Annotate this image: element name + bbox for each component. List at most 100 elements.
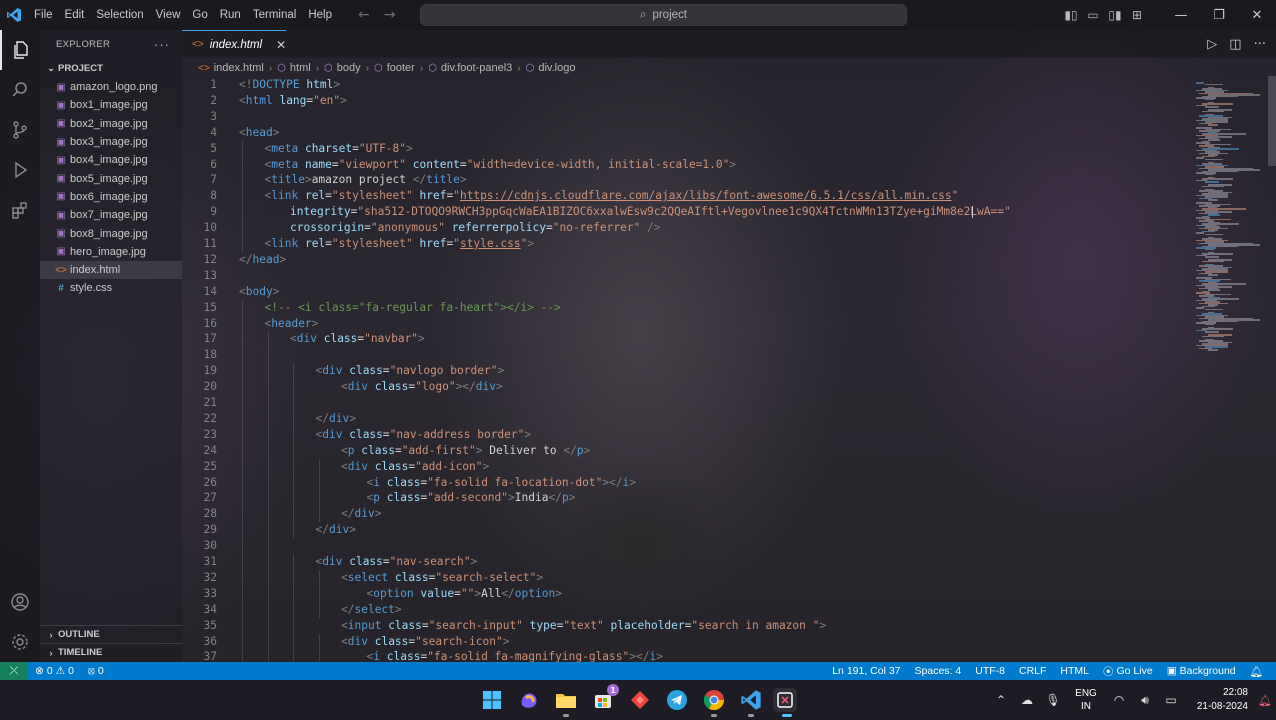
copilot-icon[interactable]	[517, 688, 541, 712]
code-line[interactable]: 15 <!-- <i class="fa-regular fa-heart"></…	[182, 300, 1192, 316]
ms-store-icon[interactable]: 1	[591, 684, 619, 712]
project-folder-header[interactable]: ⌄ PROJECT	[40, 58, 182, 78]
menu-run[interactable]: Run	[214, 0, 247, 30]
breadcrumb-item[interactable]: ⬡ div.foot-panel3	[428, 62, 512, 74]
background-button[interactable]: ▣ Background	[1160, 665, 1243, 677]
menu-file[interactable]: File	[28, 0, 59, 30]
anydesk-icon[interactable]	[628, 688, 652, 712]
code-line[interactable]: 9 integrity="sha512-DTOQO9RWCH3ppGqcWaEA1…	[182, 204, 1192, 220]
code-line[interactable]: 35 <input class="search-input" type="text…	[182, 618, 1192, 634]
indentation[interactable]: Spaces: 4	[908, 665, 969, 677]
file-item[interactable]: ▣ amazon_logo.png	[40, 78, 182, 96]
settings-gear-icon[interactable]	[0, 622, 40, 662]
end-of-line[interactable]: CRLF	[1012, 665, 1053, 677]
vscode-taskbar-icon[interactable]	[739, 688, 763, 712]
code-line[interactable]: 25 <div class="add-icon">	[182, 459, 1192, 475]
code-line[interactable]: 36 <div class="search-icon">	[182, 634, 1192, 650]
notifications-bell-icon[interactable]: 🔔︎	[1243, 665, 1270, 678]
code-line[interactable]: 33 <option value="">All</option>	[182, 586, 1192, 602]
file-item[interactable]: ▣ box3_image.jpg	[40, 133, 182, 151]
clock[interactable]: 22:08 21-08-2024	[1184, 686, 1254, 714]
microphone-icon[interactable]: 🎙︎	[1040, 693, 1066, 707]
code-line[interactable]: 31 <div class="nav-search">	[182, 554, 1192, 570]
close-window-icon[interactable]: ✕	[1238, 0, 1276, 30]
code-line[interactable]: 3	[182, 109, 1192, 125]
timeline-section[interactable]: › TIMELINE	[40, 643, 182, 661]
menu-go[interactable]: Go	[186, 0, 213, 30]
file-item[interactable]: ▣ box5_image.jpg	[40, 169, 182, 187]
code-line[interactable]: 30	[182, 538, 1192, 554]
telegram-icon[interactable]	[665, 688, 689, 712]
command-center-search[interactable]: ⌕ project	[420, 4, 907, 26]
breadcrumb-item[interactable]: ⬡ footer	[374, 62, 415, 74]
code-line[interactable]: 24 <p class="add-first"> Deliver to </p>	[182, 443, 1192, 459]
code-line[interactable]: 2 <html lang="en">	[182, 93, 1192, 109]
file-explorer-icon[interactable]	[554, 688, 578, 712]
code-line[interactable]: 26 <i class="fa-solid fa-location-dot"></…	[182, 475, 1192, 491]
code-line[interactable]: 17 <div class="navbar">	[182, 331, 1192, 347]
file-item[interactable]: # style.css	[40, 279, 182, 297]
minimap[interactable]	[1192, 76, 1268, 662]
remote-indicator-icon[interactable]: ⤫	[0, 662, 28, 680]
code-line[interactable]: 37 <i class="fa-solid fa-magnifying-glass…	[182, 649, 1192, 662]
restore-icon[interactable]: ❐	[1200, 0, 1238, 30]
code-line[interactable]: 7 <title>amazon project </title>	[182, 172, 1192, 188]
code-line[interactable]: 5 <meta charset="UTF-8">	[182, 141, 1192, 157]
code-line[interactable]: 14 <body>	[182, 284, 1192, 300]
file-item[interactable]: ▣ box4_image.jpg	[40, 151, 182, 169]
toggle-primary-sidebar-icon[interactable]: ▮▯	[1060, 0, 1082, 30]
code-line[interactable]: 12 </head>	[182, 252, 1192, 268]
code-line[interactable]: 18	[182, 347, 1192, 363]
code-line[interactable]: 32 <select class="search-select">	[182, 570, 1192, 586]
minimize-icon[interactable]: —	[1162, 0, 1200, 30]
snipping-tool-icon[interactable]	[773, 688, 797, 712]
file-item[interactable]: ▣ box6_image.jpg	[40, 188, 182, 206]
battery-icon[interactable]: ▭	[1158, 693, 1184, 707]
code-line[interactable]: 1 <!DOCTYPE html>	[182, 77, 1192, 93]
file-item[interactable]: ▣ box2_image.jpg	[40, 115, 182, 133]
file-item[interactable]: ▣ box8_image.jpg	[40, 224, 182, 242]
toggle-panel-icon[interactable]: ▭	[1082, 0, 1104, 30]
windows-start-icon[interactable]	[480, 688, 504, 712]
back-arrow-icon[interactable]: ←	[358, 7, 370, 23]
code-line[interactable]: 29 </div>	[182, 522, 1192, 538]
more-editor-actions-icon[interactable]: ···	[1254, 37, 1266, 52]
code-line[interactable]: 4 <head>	[182, 125, 1192, 141]
code-line[interactable]: 28 </div>	[182, 506, 1192, 522]
notification-center-icon[interactable]: 🔔︎	[1254, 694, 1276, 707]
language-mode[interactable]: HTML	[1053, 665, 1096, 677]
file-item[interactable]: <> index.html	[40, 260, 182, 280]
code-line[interactable]: 19 <div class="navlogo border">	[182, 363, 1192, 379]
file-item[interactable]: ▣ box7_image.jpg	[40, 206, 182, 224]
go-live-button[interactable]: ⦿ Go Live	[1096, 664, 1160, 679]
code-line[interactable]: 6 <meta name="viewport" content="width=de…	[182, 157, 1192, 173]
cursor-position[interactable]: Ln 191, Col 37	[825, 665, 907, 677]
breadcrumb-item[interactable]: ⬡ div.logo	[526, 62, 576, 74]
split-editor-icon[interactable]: ◫	[1229, 37, 1241, 52]
file-item[interactable]: ▣ box1_image.jpg	[40, 96, 182, 114]
editor-scrollbar[interactable]	[1268, 76, 1276, 166]
menu-selection[interactable]: Selection	[90, 0, 149, 30]
close-tab-icon[interactable]: ✕	[276, 38, 286, 52]
code-line[interactable]: 16 <header>	[182, 316, 1192, 332]
language-indicator[interactable]: ENG IN	[1066, 687, 1106, 713]
breadcrumb-item[interactable]: ⬡ html	[277, 62, 311, 74]
chrome-icon[interactable]	[702, 688, 726, 712]
extensions-icon[interactable]	[0, 190, 40, 230]
encoding[interactable]: UTF-8	[968, 665, 1012, 677]
code-line[interactable]: 21	[182, 395, 1192, 411]
volume-icon[interactable]: 🔊︎	[1132, 693, 1158, 708]
customize-layout-icon[interactable]: ⊞	[1126, 0, 1148, 30]
explorer-icon[interactable]	[0, 30, 40, 70]
code-line[interactable]: 20 <div class="logo"></div>	[182, 379, 1192, 395]
code-line[interactable]: 11 <link rel="stylesheet" href="style.css…	[182, 236, 1192, 252]
toggle-secondary-sidebar-icon[interactable]: ▯▮	[1104, 0, 1126, 30]
cloud-icon[interactable]: ☁	[1014, 693, 1040, 707]
wifi-icon[interactable]: ◠	[1106, 693, 1132, 707]
search-activity-icon[interactable]	[0, 70, 40, 110]
forward-arrow-icon[interactable]: →	[384, 7, 396, 23]
source-control-icon[interactable]	[0, 110, 40, 150]
more-actions-icon[interactable]: ···	[154, 37, 170, 52]
code-line[interactable]: 23 <div class="nav-address border">	[182, 427, 1192, 443]
menu-view[interactable]: View	[150, 0, 187, 30]
